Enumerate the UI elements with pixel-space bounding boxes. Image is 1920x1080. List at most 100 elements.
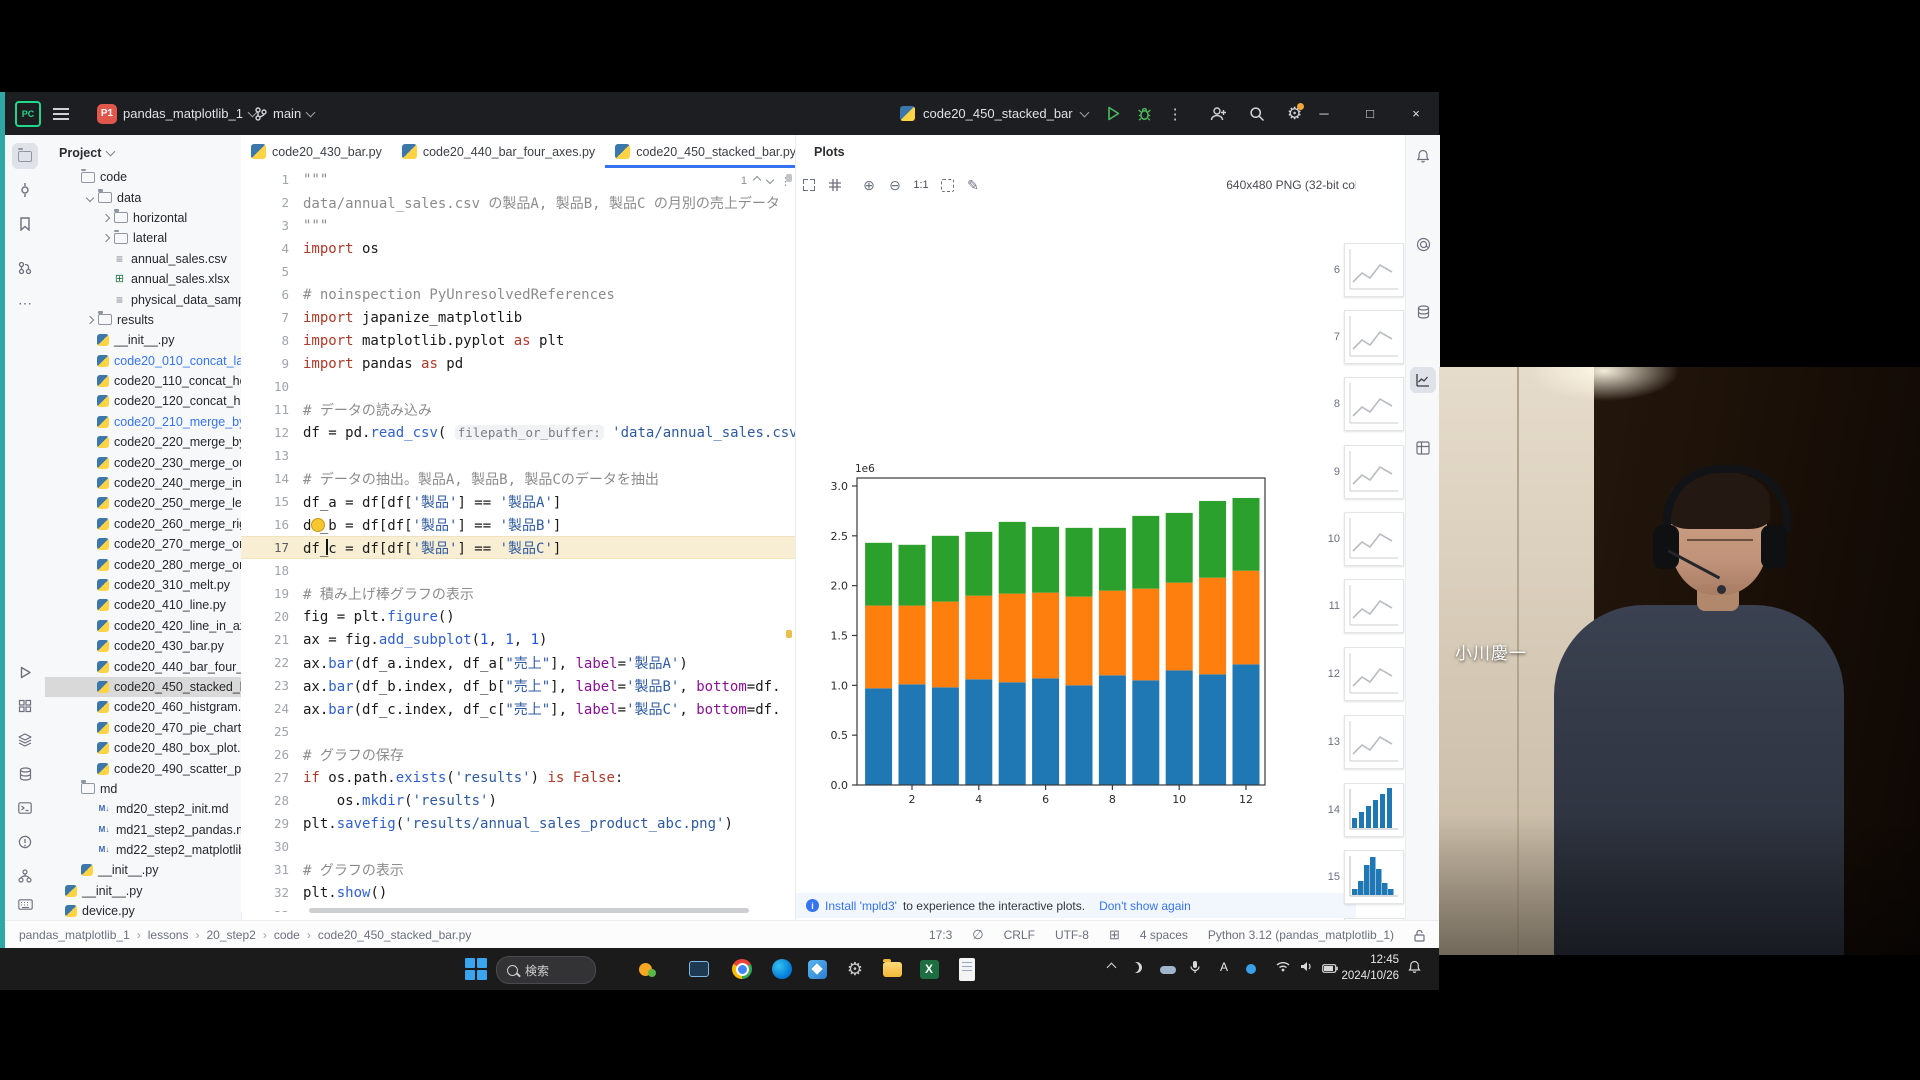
- tool-bookmarks-icon[interactable]: [12, 211, 38, 237]
- code-line[interactable]: 15df_a = df[df['製品'] == '製品A']: [241, 490, 795, 513]
- code-line[interactable]: 21ax = fig.add_subplot(1, 1, 1): [241, 628, 795, 651]
- tree-item[interactable]: annual_sales.csv: [45, 249, 241, 269]
- code-line[interactable]: 9import pandas as pd: [241, 352, 795, 375]
- highlighting-level-icon[interactable]: ∅: [972, 927, 983, 943]
- dont-show-again-link[interactable]: Don't show again: [1099, 899, 1191, 913]
- tool-python-packages-icon[interactable]: [12, 727, 38, 753]
- tool-problems-icon[interactable]: [12, 829, 38, 855]
- start-button[interactable]: [463, 956, 489, 982]
- tree-chevron-icon[interactable]: [86, 316, 94, 324]
- breadcrumb-item[interactable]: lessons: [148, 928, 189, 942]
- settings-gear-icon[interactable]: ⚙: [1287, 104, 1302, 124]
- code-line[interactable]: 7import japanize_matplotlib: [241, 306, 795, 329]
- file-explorer-icon[interactable]: [879, 956, 905, 982]
- tool-version-control-icon[interactable]: [12, 863, 38, 889]
- tab-plots[interactable]: Plots: [796, 145, 845, 159]
- tree-item[interactable]: code20_260_merge_right.py: [45, 514, 241, 534]
- thumbnail-image[interactable]: [1344, 243, 1404, 297]
- inspections-widget[interactable]: 1 ⋮: [705, 172, 791, 190]
- code-line[interactable]: 5: [241, 260, 795, 283]
- code-line[interactable]: 8import matplotlib.pyplot as plt: [241, 329, 795, 352]
- code-line[interactable]: 10: [241, 375, 795, 398]
- battery-icon[interactable]: [1322, 962, 1338, 976]
- editor-tab[interactable]: code20_430_bar.py: [241, 135, 392, 168]
- onedrive-icon[interactable]: [1160, 963, 1176, 977]
- weather-widget-icon[interactable]: [634, 956, 660, 982]
- tree-item[interactable]: code20_270_merge_on_multi.py: [45, 534, 241, 554]
- code-line[interactable]: 2data/annual_sales.csv の製品A, 製品B, 製品C の月…: [241, 191, 795, 214]
- notification-bell-icon[interactable]: [1408, 960, 1421, 977]
- editor-tab[interactable]: code20_440_bar_four_axes.py: [392, 135, 605, 168]
- tree-item[interactable]: code20_010_concat_lateral.py: [45, 351, 241, 371]
- maximize-button[interactable]: □: [1347, 92, 1393, 135]
- code-line[interactable]: 29plt.savefig('results/annual_sales_prod…: [241, 812, 795, 835]
- tool-project-icon[interactable]: [12, 143, 38, 169]
- tree-item[interactable]: code20_240_merge_inner.py: [45, 473, 241, 493]
- tree-item[interactable]: code20_430_bar.py: [45, 636, 241, 656]
- tree-chevron-icon[interactable]: [86, 193, 94, 201]
- code-line[interactable]: 4import os: [241, 237, 795, 260]
- ime-indicator[interactable]: A: [1220, 960, 1228, 974]
- taskbar-search[interactable]: 検索: [496, 956, 596, 984]
- ai-assistant-icon[interactable]: [1410, 231, 1436, 257]
- thumbnail-image[interactable]: [1344, 310, 1404, 364]
- code-line[interactable]: 18: [241, 559, 795, 582]
- tree-item[interactable]: md: [45, 779, 241, 799]
- code-line[interactable]: 26# グラフの保存: [241, 743, 795, 766]
- tree-item[interactable]: code20_450_stacked_bar.py: [45, 677, 241, 697]
- code-line[interactable]: 13: [241, 444, 795, 467]
- run-configuration[interactable]: code20_450_stacked_bar ⋮: [900, 92, 1183, 135]
- code-line[interactable]: 6# noinspection PyUnresolvedReferences: [241, 283, 795, 306]
- zoom-in-icon[interactable]: ⊕: [856, 177, 882, 194]
- thumbnail-image[interactable]: [1344, 512, 1404, 566]
- plot-thumbnail-row[interactable]: 8: [1324, 377, 1404, 431]
- file-encoding[interactable]: UTF-8: [1055, 928, 1089, 942]
- tool-terminal-icon[interactable]: [12, 795, 38, 821]
- code-line[interactable]: 23ax.bar(df_b.index, df_b["売上"], label='…: [241, 674, 795, 697]
- code-line[interactable]: 12df = pd.read_csv( filepath_or_buffer: …: [241, 421, 795, 444]
- tree-item[interactable]: __init__.py: [45, 860, 241, 880]
- tree-item[interactable]: __init__.py: [45, 881, 241, 901]
- tree-item[interactable]: md20_step2_init.md: [45, 799, 241, 819]
- tree-item[interactable]: code20_460_histgram.py: [45, 697, 241, 717]
- excel-icon[interactable]: X: [916, 956, 942, 982]
- grid-icon[interactable]: [822, 179, 848, 191]
- code-editor[interactable]: 1"""2data/annual_sales.csv の製品A, 製品B, 製品…: [241, 168, 795, 912]
- chrome-icon[interactable]: [729, 956, 755, 982]
- sciview-table-icon[interactable]: [1410, 435, 1436, 461]
- settings-app-icon[interactable]: ⚙: [842, 956, 868, 982]
- code-line[interactable]: 31# グラフの表示: [241, 858, 795, 881]
- tree-item[interactable]: code20_310_melt.py: [45, 575, 241, 595]
- search-icon[interactable]: [1249, 106, 1265, 122]
- tool-commit-icon[interactable]: [12, 177, 38, 203]
- edge-icon[interactable]: [769, 956, 795, 982]
- thumbnail-image[interactable]: [1344, 445, 1404, 499]
- speaker-icon[interactable]: [1300, 961, 1313, 975]
- column-selection-icon[interactable]: ⊞: [1109, 927, 1120, 943]
- tree-item[interactable]: code20_280_merge_on_none.py: [45, 554, 241, 574]
- tree-item[interactable]: device.py: [45, 901, 241, 920]
- tree-item[interactable]: code20_210_merge_by_month.py: [45, 412, 241, 432]
- plot-thumbnail-row[interactable]: 7: [1324, 310, 1404, 364]
- plot-thumbnail-row[interactable]: 11: [1324, 579, 1404, 633]
- tool-services-icon[interactable]: [12, 693, 38, 719]
- tree-item[interactable]: code20_250_merge_left.py: [45, 493, 241, 513]
- tree-item[interactable]: code20_480_box_plot.py: [45, 738, 241, 758]
- taskbar-clock[interactable]: 12:45 2024/10/26: [1341, 952, 1399, 984]
- code-line[interactable]: 32plt.show(): [241, 881, 795, 904]
- tree-item[interactable]: code20_440_bar_four_axes.py: [45, 656, 241, 676]
- install-mpld3-link[interactable]: Install 'mpld3': [825, 899, 897, 913]
- code-line[interactable]: 25: [241, 720, 795, 743]
- tree-item[interactable]: code20_230_merge_outer.py: [45, 452, 241, 472]
- intention-bulb-icon[interactable]: [311, 518, 325, 532]
- breadcrumb-item[interactable]: code: [274, 928, 300, 942]
- tool-database-icon[interactable]: [12, 761, 38, 787]
- plot-thumbnail-row[interactable]: 14: [1324, 783, 1404, 837]
- tree-item[interactable]: horizontal: [45, 208, 241, 228]
- notepad-icon[interactable]: [954, 956, 980, 982]
- thumbnail-image[interactable]: [1344, 783, 1404, 837]
- thumbnail-image[interactable]: [1344, 377, 1404, 431]
- more-actions-icon[interactable]: ⋮: [1168, 105, 1183, 123]
- tree-item[interactable]: annual_sales.xlsx: [45, 269, 241, 289]
- tree-item[interactable]: lateral: [45, 228, 241, 248]
